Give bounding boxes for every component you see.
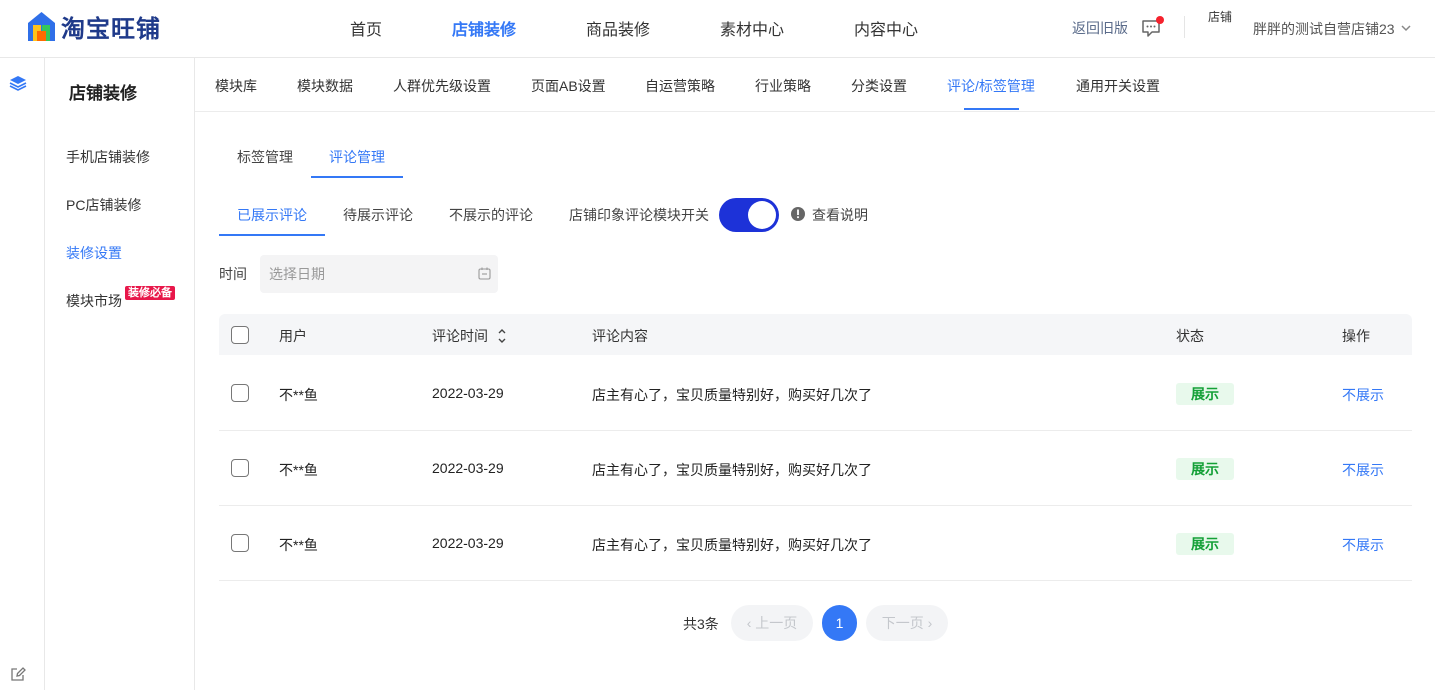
shop-logo-icon — [28, 12, 55, 41]
sort-icon[interactable] — [497, 326, 507, 346]
brand-logo[interactable]: 淘宝旺铺 — [28, 10, 161, 43]
chevron-left-icon: ‹ — [746, 615, 756, 631]
page-number-current[interactable]: 1 — [822, 605, 857, 641]
tab-hidden-reviews[interactable]: 不展示的评论 — [449, 205, 533, 225]
sidebar-item-mobile-decoration[interactable]: 手机店铺装修 — [66, 147, 150, 167]
hide-review-link[interactable]: 不展示 — [1342, 535, 1384, 555]
subnav-page-ab[interactable]: 页面AB设置 — [531, 76, 606, 96]
prev-page-button[interactable]: ‹ 上一页 — [731, 605, 813, 641]
info-icon[interactable] — [790, 206, 806, 222]
row-time: 2022-03-29 — [432, 385, 504, 401]
sidebar: 店铺装修 手机店铺装修 PC店铺装修 装修设置 模块市场 装修必备 — [45, 58, 195, 690]
shop-name[interactable]: 胖胖的测试自营店铺23 — [1253, 19, 1395, 39]
subnav-general-switch[interactable]: 通用开关设置 — [1076, 76, 1160, 96]
next-page-button[interactable]: 下一页 › — [866, 605, 948, 641]
subnav-category-settings[interactable]: 分类设置 — [851, 76, 907, 96]
review-module-toggle[interactable] — [719, 198, 779, 232]
status-badge: 展示 — [1176, 458, 1234, 480]
table-header: 用户 评论时间 评论内容 状态 操作 — [219, 314, 1412, 355]
status-badge: 展示 — [1176, 533, 1234, 555]
avatar[interactable]: 店铺 — [1208, 10, 1238, 48]
column-review-content: 评论内容 — [592, 328, 648, 344]
back-to-old-version-link[interactable]: 返回旧版 — [1072, 18, 1128, 38]
topnav-content-center[interactable]: 内容中心 — [854, 16, 918, 40]
sidebar-title: 店铺装修 — [69, 84, 137, 103]
row-time: 2022-03-29 — [432, 460, 504, 476]
table-row: 不**鱼 2022-03-29 店主有心了，宝贝质量特别好，购买好几次了 展示 … — [219, 506, 1412, 581]
topnav-shop-decoration[interactable]: 店铺装修 — [452, 16, 516, 40]
hide-review-link[interactable]: 不展示 — [1342, 460, 1384, 480]
subnav-self-operation[interactable]: 自运营策略 — [645, 76, 715, 96]
message-unread-dot — [1156, 16, 1164, 24]
sidebar-item-decoration-settings[interactable]: 装修设置 — [66, 243, 122, 263]
tab2-active-indicator — [311, 176, 403, 178]
tab3-active-indicator — [219, 234, 325, 236]
row-content: 店主有心了，宝贝质量特别好，购买好几次了 — [592, 537, 872, 553]
row-user: 不**鱼 — [279, 387, 318, 403]
tab-pending-reviews[interactable]: 待展示评论 — [343, 205, 413, 225]
pagination-total: 共3条 — [683, 616, 719, 632]
date-picker-input[interactable] — [260, 255, 498, 293]
sidebar-item-pc-decoration[interactable]: PC店铺装修 — [66, 195, 141, 215]
header-divider — [1184, 16, 1185, 38]
row-time: 2022-03-29 — [432, 535, 504, 551]
table-row: 不**鱼 2022-03-29 店主有心了，宝贝质量特别好，购买好几次了 展示 … — [219, 431, 1412, 506]
table-row: 不**鱼 2022-03-29 店主有心了，宝贝质量特别好，购买好几次了 展示 … — [219, 356, 1412, 431]
sidebar-item-module-market[interactable]: 模块市场 — [66, 291, 122, 311]
row-content: 店主有心了，宝贝质量特别好，购买好几次了 — [592, 462, 872, 478]
date-filter-label: 时间 — [219, 266, 247, 282]
topnav-product-decoration[interactable]: 商品装修 — [586, 16, 650, 40]
review-module-switch-label: 店铺印象评论模块开关 — [569, 207, 709, 223]
secondary-nav: 模块库 模块数据 人群优先级设置 页面AB设置 自运营策略 行业策略 分类设置 … — [195, 58, 1435, 112]
tab-review-management[interactable]: 评论管理 — [329, 147, 385, 167]
row-checkbox[interactable] — [231, 459, 249, 477]
top-bar: 淘宝旺铺 首页 店铺装修 商品装修 素材中心 内容中心 返回旧版 店铺 胖胖的测… — [0, 0, 1435, 58]
row-user: 不**鱼 — [279, 537, 318, 553]
calendar-icon[interactable] — [478, 267, 491, 280]
next-page-label: 下一页 — [881, 615, 924, 631]
left-rail — [0, 58, 45, 690]
tab-tag-management[interactable]: 标签管理 — [237, 147, 293, 167]
prev-page-label: 上一页 — [755, 615, 798, 631]
subnav-active-indicator — [964, 108, 1019, 110]
avatar-alt-text: 店铺 — [1208, 10, 1233, 24]
row-checkbox[interactable] — [231, 534, 249, 552]
subnav-review-tag-management[interactable]: 评论/标签管理 — [947, 76, 1035, 96]
module-market-badge: 装修必备 — [125, 286, 175, 300]
brand-name: 淘宝旺铺 — [61, 15, 161, 43]
column-action: 操作 — [1342, 328, 1370, 344]
row-content: 店主有心了，宝贝质量特别好，购买好几次了 — [592, 387, 872, 403]
chevron-right-icon: › — [923, 615, 933, 631]
topnav-material-center[interactable]: 素材中心 — [720, 16, 784, 40]
chevron-down-icon[interactable] — [1400, 22, 1412, 34]
subnav-module-data[interactable]: 模块数据 — [297, 76, 353, 96]
status-badge: 展示 — [1176, 383, 1234, 405]
layers-icon[interactable] — [9, 75, 27, 91]
view-description-link[interactable]: 查看说明 — [812, 205, 868, 225]
subnav-module-library[interactable]: 模块库 — [215, 76, 257, 96]
topnav-home[interactable]: 首页 — [350, 16, 382, 40]
column-status: 状态 — [1176, 328, 1204, 344]
row-user: 不**鱼 — [279, 462, 318, 478]
tab-shown-reviews[interactable]: 已展示评论 — [237, 205, 307, 225]
hide-review-link[interactable]: 不展示 — [1342, 385, 1384, 405]
row-checkbox[interactable] — [231, 384, 249, 402]
subnav-audience-priority[interactable]: 人群优先级设置 — [393, 76, 491, 96]
toggle-knob — [748, 201, 776, 229]
select-all-checkbox[interactable] — [231, 326, 249, 344]
column-review-time[interactable]: 评论时间 — [432, 326, 488, 346]
management-tabs: 标签管理 评论管理 — [219, 136, 1412, 178]
edit-icon[interactable] — [10, 666, 26, 682]
column-user: 用户 — [279, 328, 307, 344]
subnav-industry-strategy[interactable]: 行业策略 — [755, 76, 811, 96]
